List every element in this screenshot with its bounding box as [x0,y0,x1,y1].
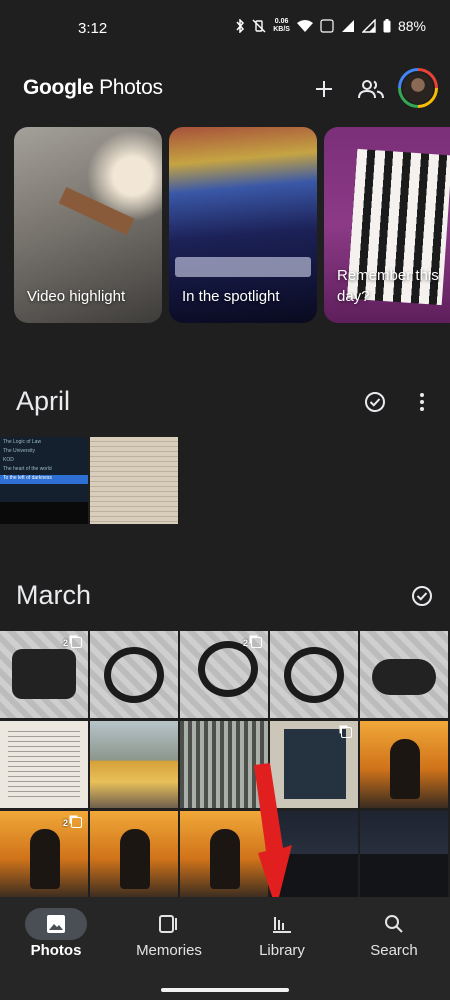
photo-icon [47,915,65,933]
bluetooth-icon [236,19,245,33]
section-title-march: March [16,580,92,610]
burst-count-badge: 2 [243,637,262,648]
battery-icon [383,19,391,33]
app-title-brand: Google [23,76,94,99]
app-header: Google Photos [0,60,450,116]
app-title: Google Photos [23,76,163,100]
select-all-check-icon[interactable] [411,585,433,607]
photo-thumbnail[interactable] [90,437,178,524]
burst-icon [71,637,82,648]
burst-icon [341,727,352,738]
nav-label: Memories [136,942,202,959]
nav-icon-pill [251,908,313,940]
avatar-image [401,71,435,105]
memory-label: Video highlight [27,288,126,305]
photo-thumbnail[interactable] [360,631,448,718]
person-shape [120,829,150,889]
section-title-april: April [16,386,71,416]
nav-photos[interactable]: Photos [0,897,112,977]
nav-icon-pill [138,908,200,940]
menu-line: KOD [3,457,14,463]
signal-2-icon [361,19,376,33]
burst-icon [251,637,262,648]
search-icon [385,915,403,933]
photo-thumbnail[interactable] [270,631,358,718]
nav-label: Library [259,942,305,959]
nav-library[interactable]: Library [226,897,338,977]
photo-thumbnail[interactable]: 2 [0,811,88,898]
page-text-lines [8,731,80,798]
add-button[interactable] [309,74,339,104]
signal-icon [341,20,354,32]
vibrate-off-icon [252,19,266,33]
headband-shape [372,659,436,695]
pouch-shape [12,649,76,699]
bottom-navigation: Photos Memories Library Search [0,897,450,1000]
annotation-arrow [254,763,292,909]
photo-thumbnail[interactable] [90,721,178,808]
memory-label: In the spotlight [182,288,280,305]
memory-photo-detail [58,186,135,236]
nav-icon-pill [25,908,87,940]
photo-thumbnail[interactable] [0,721,88,808]
burst-count-badge [341,727,352,738]
photo-thumbnail[interactable] [90,811,178,898]
menu-line: The Logic of Law [3,439,42,445]
burst-count-badge: 2 [63,817,82,828]
photo-thumbnail[interactable] [360,811,448,898]
photo-thumbnail[interactable]: 2 [180,631,268,718]
memory-photo-detail [175,257,311,277]
photo-thumbnail[interactable]: The Logic of Law The University KOD The … [0,437,88,524]
menu-line: To the left of darkness [0,475,88,484]
library-icon [273,917,291,933]
memories-icon [159,915,177,933]
memory-label: Remember this day? [337,267,439,305]
nav-label: Search [370,942,418,959]
memories-carousel: Video highlight In the spotlight Remembe… [14,127,450,323]
person-shape [390,739,420,799]
people-icon [358,80,384,99]
memory-card-spotlight[interactable]: In the spotlight [169,127,317,323]
app-title-product: Photos [99,76,163,99]
menu-line: The University [3,448,35,454]
status-bar: 3:12 0.06 KB/S 88% [0,0,450,56]
memory-card-remember-day[interactable]: Remember this day? [324,127,450,323]
wifi-icon [296,19,313,32]
photo-thumbnail[interactable] [90,631,178,718]
network-speed: 0.06 KB/S [273,18,290,33]
burst-count-badge: 2 [63,637,82,648]
headphone-shape [198,641,258,697]
select-all-check-icon[interactable] [364,391,386,413]
burst-icon [71,817,82,828]
person-shape [210,829,240,889]
nav-memories[interactable]: Memories [113,897,225,977]
person-shape [30,829,60,889]
nav-label: Photos [30,942,82,959]
memory-card-video-highlight[interactable]: Video highlight [14,127,162,323]
sharing-button[interactable] [356,74,386,104]
menu-line: The heart of the world [3,466,52,472]
nav-search[interactable]: Search [338,897,450,977]
status-icons: 0.06 KB/S 88% [235,18,426,34]
photo-thumbnail[interactable]: 2 [0,631,88,718]
volte-icon [320,19,334,33]
plus-icon [316,81,332,97]
account-avatar[interactable] [398,68,438,108]
photo-thumbnail[interactable] [360,721,448,808]
home-indicator[interactable] [161,988,289,992]
headphone-shape [284,647,344,703]
more-options-icon[interactable] [411,391,433,413]
tv-bezel [0,502,88,524]
crowd-shape [360,854,448,898]
status-time: 3:12 [78,20,108,37]
nav-icon-pill [363,908,425,940]
battery-percent: 88% [397,18,426,34]
headphone-shape [104,647,164,703]
